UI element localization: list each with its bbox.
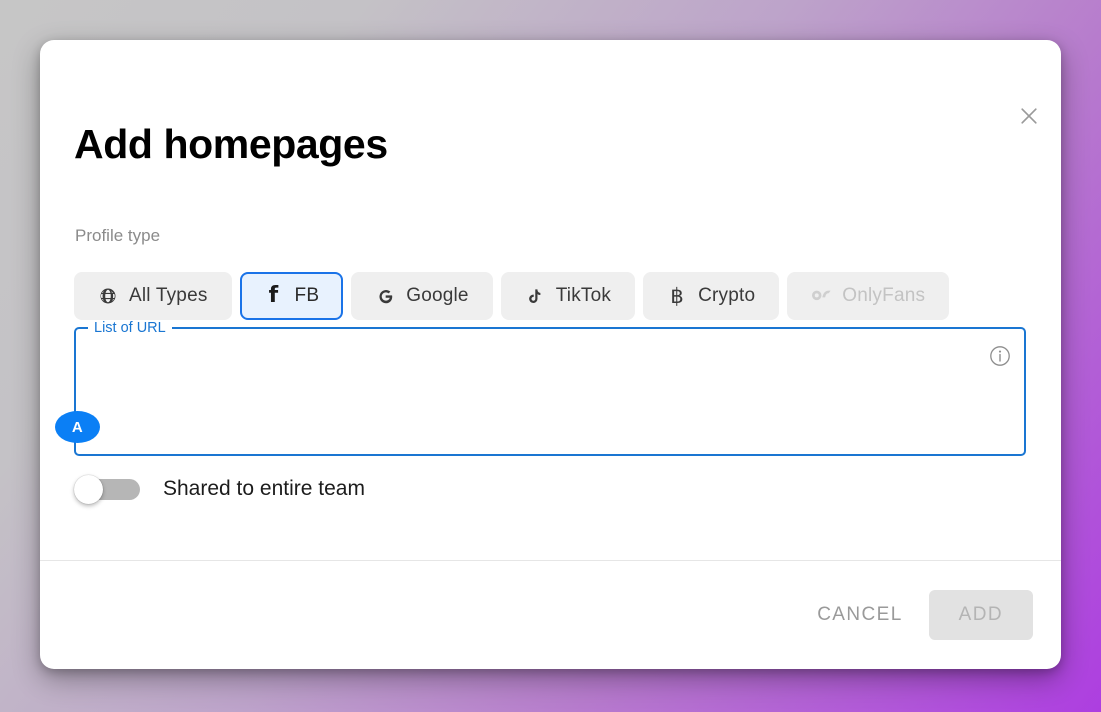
add-homepages-dialog: Add homepages Profile type All Types f F… — [40, 40, 1061, 669]
tiktok-icon — [525, 286, 545, 306]
marker-badge-a[interactable]: A — [55, 411, 100, 443]
share-toggle-label: Shared to entire team — [163, 477, 365, 500]
dialog-footer: CANCEL ADD — [40, 561, 1061, 669]
google-icon — [375, 286, 395, 306]
info-circle-icon[interactable] — [988, 344, 1012, 368]
profile-type-caption: Profile type — [75, 226, 161, 245]
profile-type-chip-group: All Types f FB Google TikTok ฿ Crypto On… — [74, 272, 950, 320]
bitcoin-icon: ฿ — [670, 283, 684, 308]
chip-label: OnlyFans — [842, 285, 926, 306]
url-field-wrapper: List of URL A — [55, 321, 1026, 456]
chip-label: FB — [294, 285, 320, 306]
globe-icon — [98, 286, 118, 306]
chip-label: Crypto — [698, 285, 756, 306]
page-title: Add homepages — [74, 121, 388, 167]
chip-google[interactable]: Google — [351, 272, 493, 320]
onlyfans-icon — [811, 286, 831, 306]
share-to-team-toggle[interactable] — [74, 475, 142, 504]
chip-label: All Types — [129, 285, 208, 306]
chip-onlyfans: OnlyFans — [787, 272, 950, 320]
chip-tiktok[interactable]: TikTok — [500, 272, 636, 320]
add-button: ADD — [928, 590, 1033, 640]
toggle-knob — [74, 475, 103, 504]
facebook-icon: f — [268, 283, 279, 308]
chip-all-types[interactable]: All Types — [74, 272, 232, 320]
url-input[interactable] — [88, 329, 976, 448]
chip-label: TikTok — [555, 285, 612, 306]
chip-fb[interactable]: f FB — [239, 272, 344, 320]
share-toggle-row: Shared to entire team — [74, 475, 365, 504]
cancel-button[interactable]: CANCEL — [801, 592, 918, 638]
dialog-body: Add homepages Profile type All Types f F… — [40, 40, 1061, 560]
chip-label: Google — [406, 285, 469, 306]
chip-crypto[interactable]: ฿ Crypto — [643, 272, 780, 320]
